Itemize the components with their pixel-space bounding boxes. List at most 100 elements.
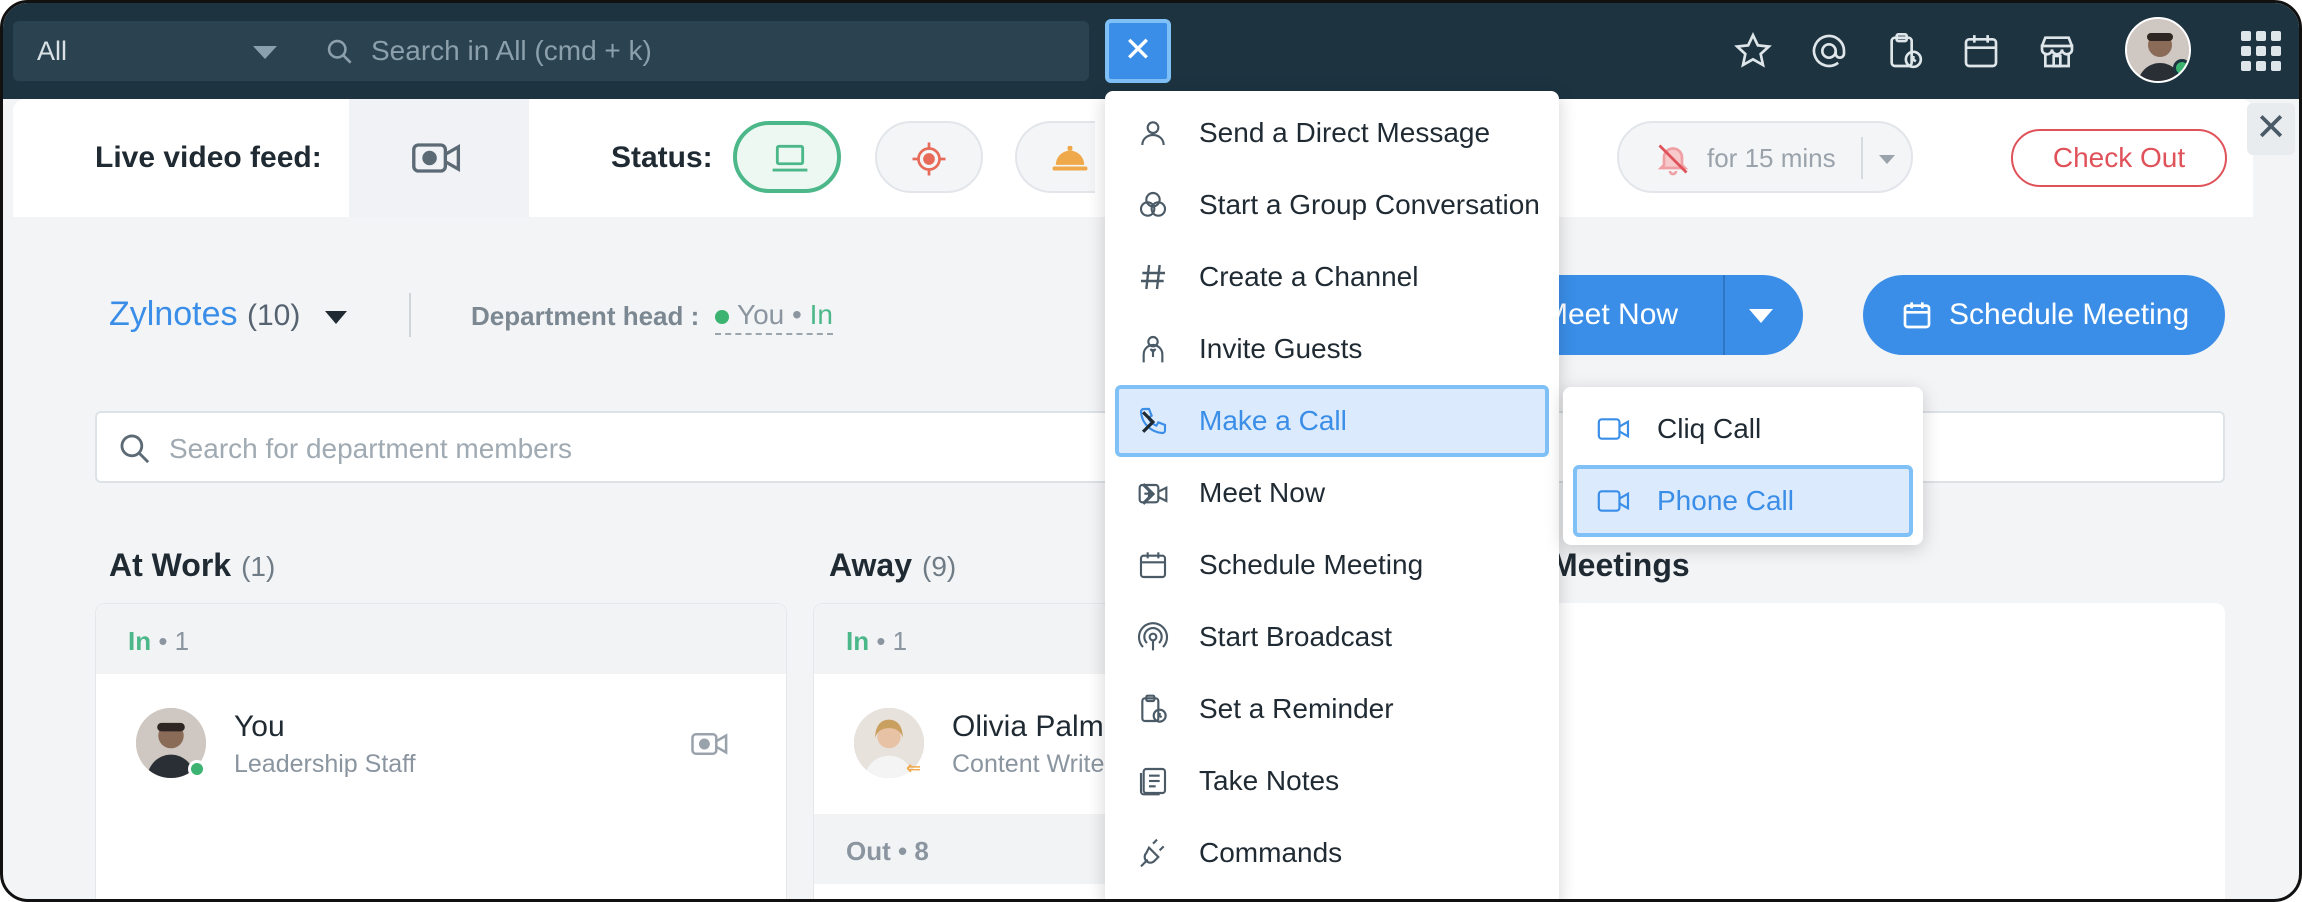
column-count: (1)	[241, 551, 276, 582]
menu-item-meet-now[interactable]: Meet Now	[1105, 457, 1559, 529]
menu-item-commands[interactable]: Commands	[1105, 817, 1559, 889]
menu-item-label: Send a Direct Message	[1199, 117, 1491, 148]
search-icon	[120, 434, 150, 464]
video-icon	[1597, 418, 1630, 440]
list-item[interactable]: You Leadership Staff	[136, 708, 736, 788]
presence-online-indicator	[188, 760, 206, 778]
plug-icon	[1140, 838, 1165, 868]
department-name: Zylnotes	[109, 295, 238, 333]
schedule-meeting-button[interactable]: Schedule Meeting	[1863, 275, 2225, 355]
reminder-icon[interactable]	[1885, 31, 1925, 71]
live-video-toggle[interactable]	[349, 99, 529, 217]
status-group-label: In	[846, 626, 870, 656]
chevron-down-icon	[253, 46, 277, 59]
chevron-down-icon[interactable]	[1749, 309, 1773, 323]
laptop-icon	[772, 144, 808, 172]
guest-icon	[1142, 335, 1164, 363]
submenu-item-cliq-call[interactable]: Cliq Call	[1563, 393, 1923, 465]
notes-icon	[1139, 767, 1167, 796]
store-icon[interactable]	[2037, 31, 2077, 71]
menu-item-start-broadcast[interactable]: Start Broadcast	[1105, 601, 1559, 673]
search-scope-select[interactable]: All	[13, 21, 303, 81]
column-title: Meetings	[1551, 547, 1690, 583]
close-status-bar-button[interactable]: ✕	[2247, 103, 2295, 155]
column-header-away: Away (9)	[829, 547, 956, 584]
hash-icon	[1141, 264, 1165, 290]
menu-item-label: Start Broadcast	[1199, 621, 1392, 652]
column-title: At Work	[109, 547, 232, 583]
department-selector[interactable]: Zylnotes (10)	[109, 295, 300, 334]
menu-item-start-group-conversation[interactable]: Start a Group Conversation	[1105, 169, 1559, 241]
make-call-submenu: Cliq Call Phone Call	[1563, 387, 1923, 545]
submenu-item-label: Cliq Call	[1657, 413, 1762, 444]
status-break-button[interactable]	[1015, 121, 1095, 193]
department-head-name: You	[737, 299, 785, 330]
menu-item-send-direct-message[interactable]: Send a Direct Message	[1105, 97, 1559, 169]
menu-item-label: Meet Now	[1199, 477, 1326, 508]
close-menu-button[interactable]: ✕	[1105, 19, 1171, 83]
calendar-icon	[1139, 552, 1167, 579]
live-video-label: Live video feed:	[95, 141, 322, 174]
menu-item-take-notes[interactable]: Take Notes	[1105, 745, 1559, 817]
menu-item-invite-guests[interactable]: Invite Guests	[1105, 313, 1559, 385]
service-bell-icon	[1052, 145, 1088, 171]
status-group-header: In • 1	[96, 604, 786, 674]
calendar-icon	[1903, 302, 1931, 329]
department-count: (10)	[246, 299, 301, 332]
member-role: Leadership Staff	[234, 750, 416, 778]
mention-icon[interactable]	[1809, 31, 1849, 71]
dnd-divider	[1861, 137, 1863, 179]
menu-item-schedule-meeting[interactable]: Schedule Meeting	[1105, 529, 1559, 601]
do-not-disturb-control[interactable]: for 15 mins	[1617, 121, 1913, 193]
reminder-icon	[1141, 694, 1167, 723]
meetings-card	[1503, 603, 2225, 899]
video-camera-icon	[412, 143, 461, 173]
star-icon[interactable]	[1733, 31, 1773, 71]
apps-grid-icon[interactable]	[2241, 31, 2281, 71]
chevron-right-icon	[1141, 483, 1156, 505]
app-window: All Search in All (cmd + k) ✕ Live video…	[0, 0, 2302, 902]
status-at-work-button[interactable]	[733, 121, 841, 193]
status-focus-button[interactable]	[875, 121, 983, 193]
person-icon	[1141, 121, 1165, 146]
calendar-icon[interactable]	[1961, 31, 2001, 71]
menu-item-label: Set a Reminder	[1199, 693, 1394, 724]
column-header-at-work: At Work (1)	[109, 547, 275, 584]
menu-item-label: Make a Call	[1199, 405, 1347, 436]
video-icon	[1597, 490, 1630, 512]
status-group-count: • 1	[869, 626, 908, 656]
global-search-placeholder: Search in All (cmd + k)	[371, 35, 652, 66]
menu-item-label: Create a Channel	[1199, 261, 1419, 292]
presence-online-indicator	[715, 309, 729, 324]
submenu-item-phone-call[interactable]: Phone Call	[1573, 465, 1913, 537]
chevron-down-icon[interactable]	[1879, 155, 1895, 164]
video-camera-icon[interactable]	[690, 730, 730, 758]
member-search-placeholder: Search for department members	[169, 433, 573, 464]
status-label: Status:	[611, 141, 713, 174]
schedule-meeting-label: Schedule Meeting	[1949, 298, 2190, 331]
meet-now-label: Meet Now	[1543, 298, 1679, 331]
menu-item-set-reminder[interactable]: Set a Reminder	[1105, 673, 1559, 745]
menu-item-make-call[interactable]: Make a Call	[1115, 385, 1549, 457]
department-head-value[interactable]: You • In	[715, 299, 833, 335]
search-scope-label: All	[37, 36, 68, 66]
menu-item-label: Schedule Meeting	[1199, 549, 1424, 580]
column-header-meetings: Meetings	[1551, 547, 1690, 584]
check-out-button[interactable]: Check Out	[2011, 129, 2227, 187]
menu-item-create-channel[interactable]: Create a Channel	[1105, 241, 1559, 313]
meet-now-divider	[1723, 275, 1725, 355]
quick-actions-menu: Send a Direct Message Start a Group Conv…	[1105, 91, 1559, 899]
global-search-input[interactable]: Search in All (cmd + k)	[303, 21, 1089, 81]
dnd-duration-label: for 15 mins	[1707, 143, 1836, 173]
at-work-card: In • 1 You Leadership Staff	[95, 603, 787, 899]
search-icon	[327, 39, 352, 64]
bell-muted-icon	[1657, 144, 1689, 176]
divider	[409, 293, 411, 337]
menu-item-label: Take Notes	[1199, 765, 1340, 796]
chevron-down-icon[interactable]	[325, 311, 347, 324]
target-icon	[912, 142, 946, 176]
submenu-item-label: Phone Call	[1657, 485, 1794, 516]
member-name: You	[234, 710, 285, 743]
column-count: (9)	[922, 551, 957, 582]
user-avatar[interactable]	[2125, 17, 2191, 83]
